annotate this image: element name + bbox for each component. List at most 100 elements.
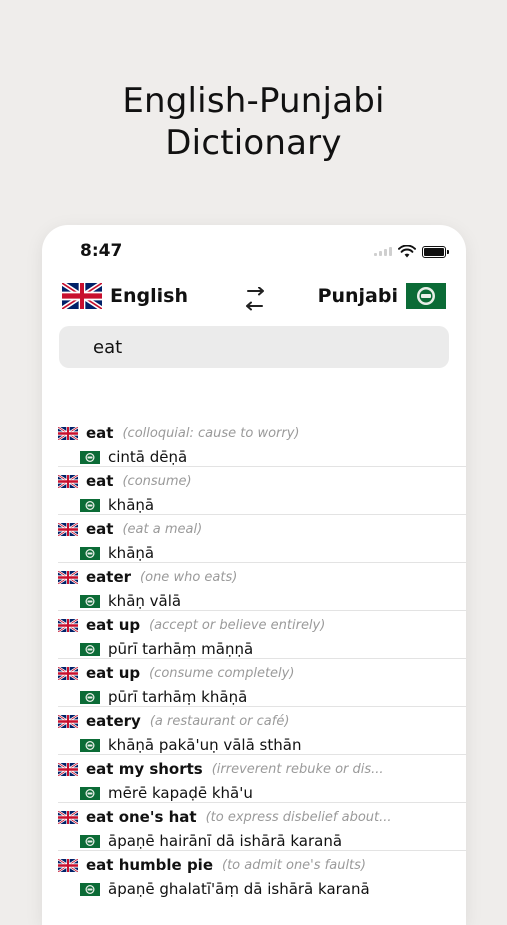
result-english: eat one's hat (to express disbelief about… xyxy=(58,806,392,828)
result-gloss: (to express disbelief about... xyxy=(205,809,392,825)
uk-flag-icon xyxy=(58,522,78,536)
uk-flag-icon xyxy=(58,426,78,440)
pakistan-flag-icon xyxy=(406,283,446,309)
result-translation: āpaṇē hairānī dā ishārā karanā xyxy=(108,832,343,850)
result-english: eat up (accept or believe entirely) xyxy=(58,614,325,636)
result-punjabi: pūrī tarhāṃ māṇṇā xyxy=(80,638,253,660)
result-gloss: (one who eats) xyxy=(140,569,238,585)
result-english: eatery (a restaurant or café) xyxy=(58,710,289,732)
uk-flag-icon xyxy=(58,810,78,824)
battery-icon xyxy=(422,245,449,258)
pakistan-flag-icon xyxy=(80,690,100,704)
result-punjabi: khāṇā pakā'uṇ vālā sthān xyxy=(80,734,301,756)
result-translation: cintā dēṇā xyxy=(108,448,188,466)
uk-flag-icon xyxy=(58,666,78,680)
result-word: eat xyxy=(86,520,114,538)
result-punjabi: āpaṇē hairānī dā ishārā karanā xyxy=(80,830,342,852)
result-english: eat (colloquial: cause to worry) xyxy=(58,422,300,444)
result-english: eat my shorts (irreverent rebuke or dis..… xyxy=(58,758,384,780)
result-row[interactable]: eat up (accept or believe entirely) pūrī t… xyxy=(42,611,466,659)
result-punjabi: khāṇā xyxy=(80,542,154,564)
result-punjabi: khāṇ vālā xyxy=(80,590,181,612)
result-gloss: (a restaurant or café) xyxy=(149,713,290,729)
result-row[interactable]: eat (consume) khāṇā xyxy=(42,467,466,515)
result-word: eat xyxy=(86,472,114,490)
result-word: eat xyxy=(86,424,114,442)
result-word: eat one's hat xyxy=(86,808,197,826)
result-gloss: (to admit one's faults) xyxy=(222,857,366,873)
signal-icon xyxy=(374,247,392,256)
headline-line-1: English-Punjabi xyxy=(122,81,385,121)
result-row[interactable]: eat (colloquial: cause to worry) cintā dēṇ… xyxy=(42,419,466,467)
result-row[interactable]: eat my shorts (irreverent rebuke or dis..… xyxy=(42,755,466,803)
pakistan-flag-icon xyxy=(80,738,100,752)
result-row[interactable]: eatery (a restaurant or café) khāṇā pakā'u… xyxy=(42,707,466,755)
result-gloss: (colloquial: cause to worry) xyxy=(122,425,300,441)
result-gloss: (irreverent rebuke or dis... xyxy=(211,761,384,777)
uk-flag-icon xyxy=(58,858,78,872)
result-gloss: (consume) xyxy=(122,473,192,489)
target-language-label: Punjabi xyxy=(317,285,398,307)
search-input-value: eat xyxy=(93,337,123,358)
result-row[interactable]: eater (one who eats) khāṇ vālā xyxy=(42,563,466,611)
result-punjabi: mērē kapaḍē khā'u xyxy=(80,782,253,804)
result-translation: āpaṇē ghalatī'āṃ dā ishārā karanā xyxy=(108,880,370,898)
uk-flag-icon xyxy=(58,618,78,632)
result-translation: khāṇ vālā xyxy=(108,592,182,610)
result-gloss: (eat a meal) xyxy=(122,521,203,537)
status-bar: 8:47 xyxy=(42,239,466,263)
result-word: eat up xyxy=(86,664,141,682)
uk-flag-icon xyxy=(58,762,78,776)
pakistan-flag-icon xyxy=(80,642,100,656)
pakistan-flag-icon xyxy=(80,882,100,896)
result-row[interactable]: eat humble pie (to admit one's faults) āpa… xyxy=(42,851,466,899)
pakistan-flag-icon xyxy=(80,786,100,800)
result-punjabi: khāṇā xyxy=(80,494,154,516)
result-translation: khāṇā xyxy=(108,544,155,562)
result-row[interactable]: eat up (consume completely) pūrī tarhāṃ kh… xyxy=(42,659,466,707)
result-english: eat up (consume completely) xyxy=(58,662,294,684)
result-english: eater (one who eats) xyxy=(58,566,237,588)
uk-flag-icon xyxy=(58,474,78,488)
result-translation: khāṇā xyxy=(108,496,155,514)
result-word: eat humble pie xyxy=(86,856,214,874)
source-language-button[interactable]: English xyxy=(62,283,188,309)
result-word: eat up xyxy=(86,616,141,634)
result-punjabi: āpaṇē ghalatī'āṃ dā ishārā karanā xyxy=(80,878,370,900)
result-translation: mērē kapaḍē khā'u xyxy=(108,784,253,802)
status-time: 8:47 xyxy=(80,241,123,261)
result-english: eat (eat a meal) xyxy=(58,518,202,540)
result-punjabi: pūrī tarhāṃ khāṇā xyxy=(80,686,247,708)
source-language-label: English xyxy=(110,285,188,307)
swap-arrows-icon[interactable] xyxy=(242,287,268,311)
search-input[interactable]: eat xyxy=(59,326,449,368)
result-translation: pūrī tarhāṃ māṇṇā xyxy=(108,640,254,658)
result-translation: pūrī tarhāṃ khāṇā xyxy=(108,688,248,706)
uk-flag-icon xyxy=(58,570,78,584)
result-gloss: (consume completely) xyxy=(149,665,295,681)
result-gloss: (accept or believe entirely) xyxy=(149,617,326,633)
result-english: eat (consume) xyxy=(58,470,192,492)
result-translation: khāṇā pakā'uṇ vālā sthān xyxy=(108,736,302,754)
result-word: eatery xyxy=(86,712,141,730)
wifi-icon xyxy=(398,245,416,258)
pakistan-flag-icon xyxy=(80,594,100,608)
headline-line-2: Dictionary xyxy=(165,123,342,163)
language-bar: English Punjabi xyxy=(62,283,446,315)
promo-headline: English-Punjabi Dictionary xyxy=(0,80,507,164)
uk-flag-icon xyxy=(62,283,102,309)
result-english: eat humble pie (to admit one's faults) xyxy=(58,854,366,876)
pakistan-flag-icon xyxy=(80,546,100,560)
results-list: eat (colloquial: cause to worry) cintā dēṇ… xyxy=(42,419,466,899)
result-word: eat my shorts xyxy=(86,760,203,778)
target-language-button[interactable]: Punjabi xyxy=(318,283,446,309)
pakistan-flag-icon xyxy=(80,834,100,848)
result-row[interactable]: eat (eat a meal) khāṇā xyxy=(42,515,466,563)
result-punjabi: cintā dēṇā xyxy=(80,446,187,468)
uk-flag-icon xyxy=(58,714,78,728)
status-icons xyxy=(374,245,449,258)
result-row[interactable]: eat one's hat (to express disbelief about… xyxy=(42,803,466,851)
result-word: eater xyxy=(86,568,132,586)
pakistan-flag-icon xyxy=(80,450,100,464)
pakistan-flag-icon xyxy=(80,498,100,512)
